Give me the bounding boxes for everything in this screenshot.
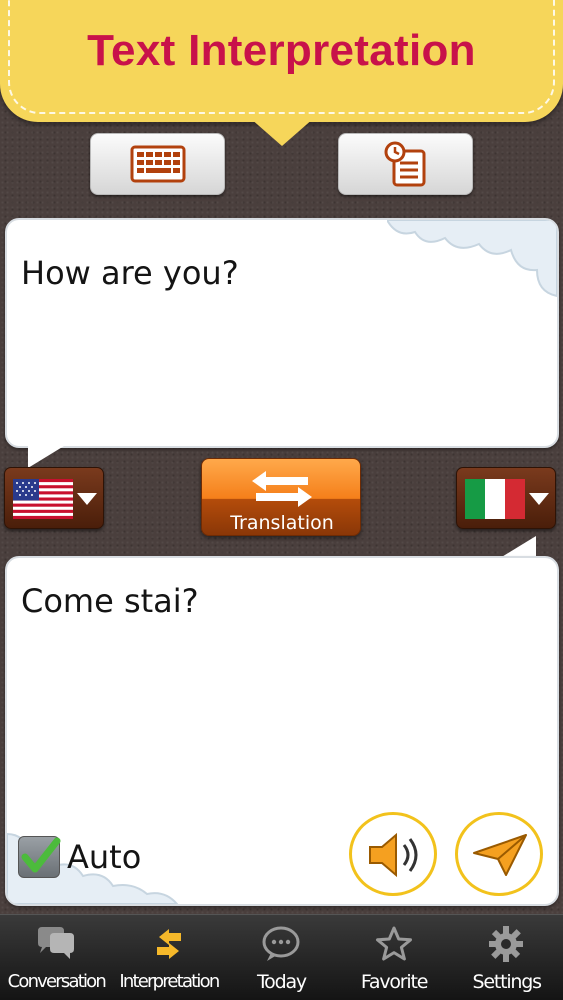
- bottom-tab-bar: Conversation Interpretation Today Favori…: [0, 914, 563, 1000]
- tab-label: Today: [257, 971, 307, 993]
- target-text: Come stai?: [21, 582, 199, 620]
- header-pointer: [250, 118, 314, 146]
- tab-favorite[interactable]: Favorite: [338, 915, 451, 1000]
- gear-icon: [489, 926, 524, 962]
- conversation-icon: [38, 927, 74, 959]
- chevron-down-icon: [529, 493, 549, 505]
- today-chat-icon: [262, 926, 300, 961]
- tab-today[interactable]: Today: [225, 915, 338, 1000]
- cloud-decoration: [387, 220, 557, 298]
- us-flag-icon: [13, 479, 73, 519]
- page-title: Text Interpretation: [87, 26, 476, 75]
- source-text: How are you?: [21, 254, 239, 292]
- speak-button[interactable]: [349, 812, 437, 896]
- italy-flag-icon: [465, 479, 525, 519]
- speaker-icon: [369, 832, 418, 878]
- keyboard-mode-button[interactable]: [90, 133, 225, 195]
- tab-label: Settings: [472, 971, 543, 993]
- tab-label: Interpretation: [119, 971, 220, 992]
- auto-checkbox[interactable]: [18, 836, 61, 878]
- translation-label: Translation: [230, 512, 334, 534]
- source-text-area[interactable]: How are you?: [5, 218, 559, 448]
- translation-button[interactable]: Translation: [201, 458, 361, 536]
- auto-label: Auto: [67, 838, 142, 876]
- target-bubble-tail: [500, 536, 536, 558]
- tab-conversation[interactable]: Conversation: [0, 915, 113, 1000]
- source-bubble-tail: [28, 446, 64, 468]
- interpretation-icon: [156, 929, 181, 959]
- chevron-down-icon: [77, 493, 97, 505]
- tab-interpretation[interactable]: Interpretation: [113, 915, 226, 1000]
- send-button[interactable]: [455, 812, 543, 896]
- history-clipboard-icon: [384, 141, 425, 187]
- tab-settings[interactable]: Settings: [450, 915, 563, 1000]
- history-mode-button[interactable]: [338, 133, 473, 195]
- tab-label: Conversation: [7, 971, 107, 992]
- star-icon: [375, 926, 412, 961]
- source-language-selector[interactable]: [4, 467, 104, 529]
- target-language-selector[interactable]: [456, 467, 556, 529]
- paper-plane-icon: [473, 834, 527, 876]
- checkmark-icon: [21, 837, 61, 873]
- swap-arrows-icon: [252, 471, 312, 507]
- tab-label: Favorite: [360, 971, 429, 993]
- keyboard-icon: [130, 145, 185, 183]
